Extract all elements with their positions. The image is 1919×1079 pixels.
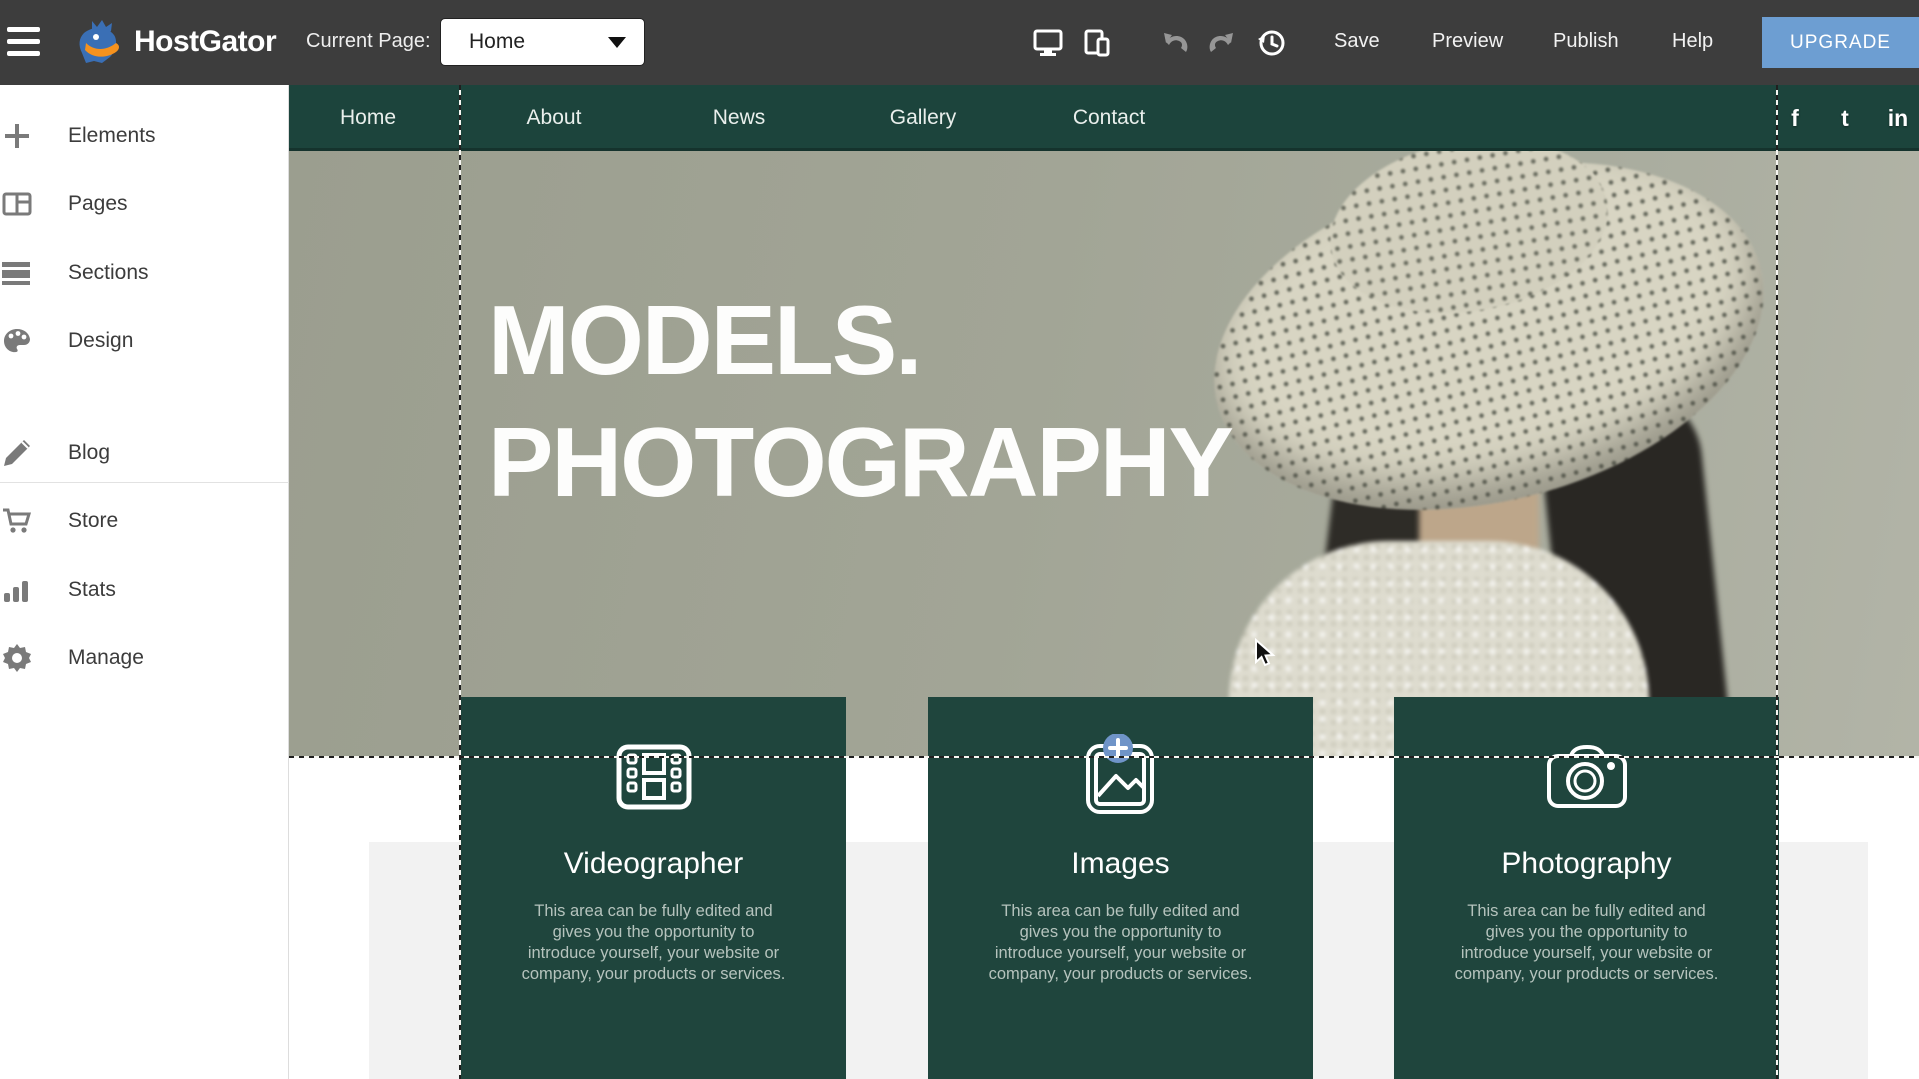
hero-title-line2[interactable]: PHOTOGRAPHY [488,413,1232,511]
sidebar-item-label: Design [68,329,133,353]
card-title[interactable]: Photography [1394,847,1779,881]
camera-icon [1394,735,1779,819]
gear-icon [2,643,32,673]
sidebar-item-label: Manage [68,646,144,670]
site-nav-gallery[interactable]: Gallery [890,85,957,151]
selection-guide-right [1776,85,1778,1079]
publish-button[interactable]: Publish [1553,30,1619,53]
bar-chart-icon [2,575,32,605]
pencil-icon [2,438,32,468]
sections-icon [2,258,32,288]
site-nav-bar[interactable]: Home About News Gallery Contact f t in [289,85,1919,151]
card-body[interactable]: This area can be fully edited and gives … [1453,901,1721,985]
sidebar-item-label: Stats [68,578,116,602]
sidebar-item-manage[interactable]: Manage [0,638,289,678]
film-icon [461,735,846,819]
card-body[interactable]: This area can be fully edited and gives … [520,901,788,985]
preview-button[interactable]: Preview [1432,30,1503,53]
site-nav-contact[interactable]: Contact [1073,85,1145,151]
site-nav-about[interactable]: About [527,85,582,151]
mouse-cursor [1252,638,1278,668]
sidebar-item-sections[interactable]: Sections [0,253,289,293]
site-nav-news[interactable]: News [713,85,766,151]
pages-icon [2,189,32,219]
desktop-view-icon[interactable] [1033,29,1063,57]
card-title[interactable]: Images [928,847,1313,881]
card-videographer[interactable]: Videographer This area can be fully edit… [461,697,846,1079]
hamburger-menu-icon[interactable] [7,27,41,57]
facebook-icon[interactable]: f [1791,85,1799,151]
current-page-label: Current Page: [306,30,431,53]
editor-toolbar: HostGator Current Page: Home Save Previe… [0,0,1919,85]
undo-icon[interactable] [1160,29,1190,57]
hero-title-line1[interactable]: MODELS. [488,291,920,389]
card-images[interactable]: Images This area can be fully edited and… [928,697,1313,1079]
twitter-icon[interactable]: t [1841,85,1849,151]
sidebar-item-pages[interactable]: Pages [0,184,289,224]
selection-guide-bottom [289,756,1919,758]
history-icon[interactable] [1256,29,1286,57]
save-button[interactable]: Save [1334,30,1380,53]
sidebar-item-elements[interactable]: Elements [0,116,289,156]
sidebar-item-label: Blog [68,441,110,465]
site-preview-canvas[interactable]: Home About News Gallery Contact f t in M… [289,85,1919,1079]
sidebar-item-label: Pages [68,192,128,216]
redo-icon[interactable] [1207,29,1237,57]
page-dropdown-value: Home [469,30,525,54]
sidebar-divider [0,482,289,483]
chevron-down-icon [608,37,626,48]
editor-sidebar: Elements Pages Sections Design Blog [0,85,289,1079]
sidebar-item-blog[interactable]: Blog [0,433,289,473]
card-title[interactable]: Videographer [461,847,846,881]
selection-guide-left [459,85,461,1079]
upgrade-button[interactable]: UPGRADE [1762,17,1919,68]
image-add-icon [928,735,1313,819]
sidebar-item-label: Elements [68,124,156,148]
hero-section[interactable]: MODELS. PHOTOGRAPHY [289,151,1919,757]
hostgator-gator-icon [74,17,128,67]
plus-icon [2,121,32,151]
hostgator-logo: HostGator [74,16,276,68]
card-photography[interactable]: Photography This area can be fully edite… [1394,697,1779,1079]
help-button[interactable]: Help [1672,30,1713,53]
card-body[interactable]: This area can be fully edited and gives … [987,901,1255,985]
mobile-view-icon[interactable] [1082,29,1112,57]
linkedin-icon[interactable]: in [1888,85,1908,151]
sidebar-item-stats[interactable]: Stats [0,570,289,610]
brand-name: HostGator [134,25,276,59]
cart-icon [2,506,32,536]
sidebar-item-store[interactable]: Store [0,501,289,541]
palette-icon [2,326,32,356]
page-dropdown[interactable]: Home [440,18,645,66]
sidebar-item-label: Sections [68,261,149,285]
site-nav-home[interactable]: Home [340,85,396,151]
sidebar-item-label: Store [68,509,118,533]
sidebar-item-design[interactable]: Design [0,321,289,361]
